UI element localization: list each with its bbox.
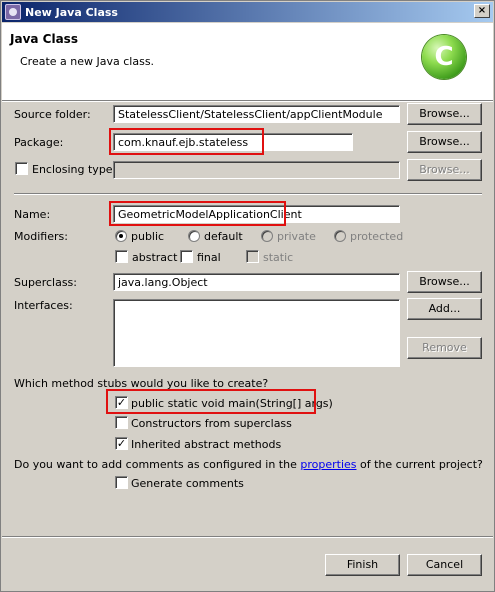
final-label: final [197, 251, 221, 264]
package-browse-button[interactable]: Browse... [407, 131, 482, 153]
source-folder-label: Source folder: [14, 108, 91, 121]
modifier-protected-label: protected [350, 230, 404, 243]
interfaces-list[interactable] [113, 299, 400, 367]
modifiers-label: Modifiers: [14, 230, 68, 243]
wizard-description: Create a new Java class. [20, 55, 155, 68]
eclipse-icon [5, 4, 21, 20]
modifier-private-radio[interactable] [261, 230, 273, 242]
abstract-label: abstract [132, 251, 178, 264]
wizard-header: Java Class Create a new Java class. C [2, 23, 493, 100]
cancel-button[interactable]: Cancel [407, 554, 482, 576]
modifier-public-label: public [131, 230, 165, 243]
wizard-title: Java Class [10, 32, 78, 46]
window-title: New Java Class [25, 5, 118, 19]
section-separator [14, 193, 482, 195]
comments-question-prefix: Do you want to add comments as configure… [14, 458, 301, 471]
static-checkbox[interactable] [246, 250, 259, 263]
modifier-default-radio[interactable] [188, 230, 200, 242]
superclass-browse-button[interactable]: Browse... [407, 271, 482, 293]
abstract-checkbox[interactable] [115, 250, 128, 263]
interfaces-add-button[interactable]: Add... [407, 298, 482, 320]
modifier-default-label: default [204, 230, 243, 243]
comments-question-suffix: of the current project? [356, 458, 483, 471]
title-bar[interactable]: New Java Class × [2, 2, 493, 22]
package-highlight [109, 128, 264, 155]
superclass-label: Superclass: [14, 276, 77, 289]
name-label: Name: [14, 208, 51, 221]
enclosing-type-input[interactable] [113, 161, 400, 179]
class-name-highlight [109, 201, 286, 226]
modifier-private-label: private [277, 230, 316, 243]
source-folder-input[interactable]: StatelessClient/StatelessClient/appClien… [113, 105, 400, 123]
inherited-abstract-checkbox[interactable]: ✓ [115, 437, 128, 450]
enclosing-type-label: Enclosing type: [32, 163, 117, 176]
modifier-protected-radio[interactable] [334, 230, 346, 242]
constructors-label: Constructors from superclass [131, 417, 292, 430]
generate-comments-checkbox[interactable] [115, 476, 128, 489]
header-separator [2, 100, 493, 102]
enclosing-type-browse-button[interactable]: Browse... [407, 159, 482, 181]
final-checkbox[interactable] [180, 250, 193, 263]
close-button[interactable]: × [474, 4, 490, 18]
new-java-class-dialog: New Java Class × Java Class Create a new… [0, 0, 495, 592]
source-folder-browse-button[interactable]: Browse... [407, 103, 482, 125]
enclosing-type-checkbox[interactable] [15, 162, 28, 175]
finish-button[interactable]: Finish [325, 554, 400, 576]
constructors-checkbox[interactable] [115, 416, 128, 429]
footer-separator [2, 536, 493, 538]
interfaces-remove-button[interactable]: Remove [407, 337, 482, 359]
modifier-public-radio[interactable] [115, 230, 127, 242]
properties-link[interactable]: properties [300, 458, 356, 471]
generate-comments-label: Generate comments [131, 477, 244, 490]
package-label: Package: [14, 136, 64, 149]
inherited-abstract-label: Inherited abstract methods [131, 438, 282, 451]
java-class-logo-icon: C [422, 35, 466, 79]
static-label: static [263, 251, 294, 264]
superclass-input[interactable]: java.lang.Object [113, 273, 400, 291]
main-method-highlight [106, 389, 316, 414]
comments-question: Do you want to add comments as configure… [14, 458, 483, 471]
interfaces-label: Interfaces: [14, 299, 73, 312]
